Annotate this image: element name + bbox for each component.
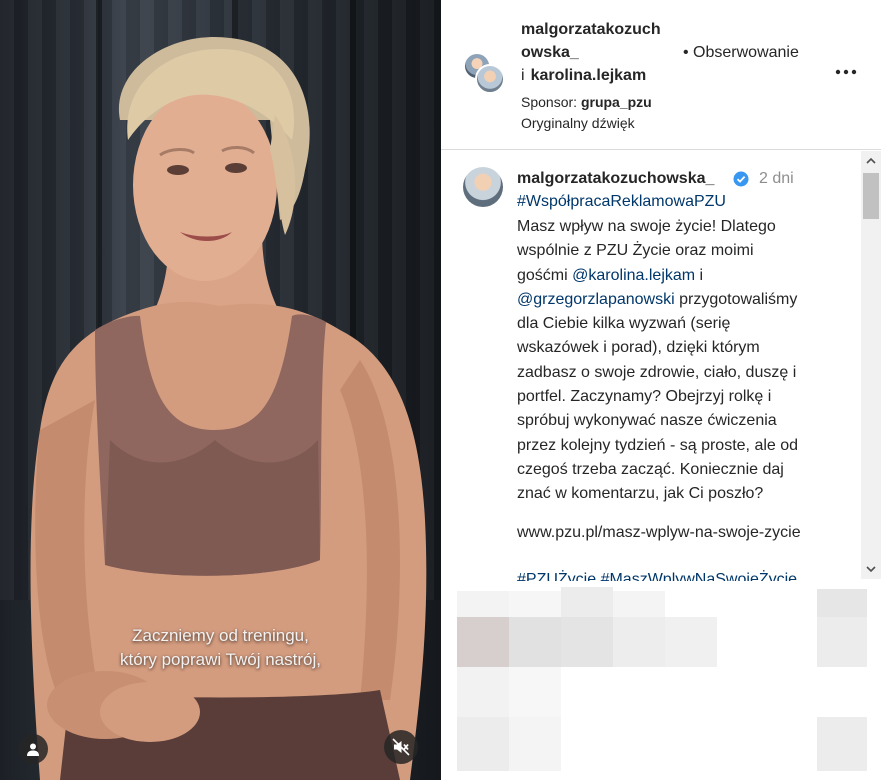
- and-word: i: [521, 67, 525, 84]
- pixel-block: [457, 717, 509, 771]
- external-link[interactable]: www.pzu.pl/masz-wplyw-na-swoje-zycie: [517, 524, 801, 542]
- caption-line: spróbuj wykonywać nasze ćwiczenia: [517, 412, 777, 430]
- more-options-button[interactable]: [834, 60, 858, 80]
- person-icon: [27, 743, 39, 756]
- caption-line: przez kolejny tydzień - są proste, ale o…: [517, 436, 799, 454]
- caption-line: wspólnie z PZU Życie oraz moimi: [517, 242, 754, 260]
- caption-username[interactable]: malgorzatakozuchowska_: [517, 170, 714, 188]
- scroll-up-button[interactable]: [861, 151, 881, 171]
- chevron-up-icon: [866, 157, 876, 164]
- audio-label[interactable]: Oryginalny dźwięk: [521, 115, 635, 131]
- verified-badge-icon: [733, 171, 749, 187]
- collab-avatars[interactable]: [463, 52, 507, 96]
- pixel-block: [457, 617, 509, 667]
- pixel-block: [509, 617, 561, 667]
- comments-pixelated: [441, 583, 881, 780]
- avatar[interactable]: [463, 167, 503, 207]
- caption-line: @grzegorzlapanowski przygotowaliśmy: [517, 288, 847, 312]
- caption-text-fragment: i: [699, 266, 704, 284]
- sponsor-line: Sponsor: grupa_pzu: [521, 94, 652, 110]
- pixel-block: [457, 591, 509, 617]
- pixel-block: [561, 617, 613, 667]
- post-timestamp[interactable]: 2 dni: [759, 170, 794, 188]
- caption-line: portfel. Zaczynamy? Obejrzyj rolkę i: [517, 388, 772, 406]
- pixel-block: [509, 717, 561, 771]
- sponsor-label: Sponsor:: [521, 94, 578, 110]
- coauthor-line: i karolina.lejkam: [521, 67, 646, 85]
- subtitle-line: który poprawi Twój nastrój,: [120, 650, 321, 669]
- caption-line: Masz wpływ na swoje życie! Dlatego: [517, 218, 776, 235]
- more-horizontal-icon: [835, 69, 857, 75]
- caption-line: czegoś trzeba zacząć. Koniecznie daj: [517, 460, 784, 478]
- caption-scrollbar[interactable]: [861, 151, 881, 579]
- scrollbar-thumb[interactable]: [863, 173, 879, 219]
- caption-line: wskazówek i porad), dzięki którym: [517, 339, 760, 357]
- post-header: malgorzatakozuch owska_ i karolina.lejkam…: [441, 0, 881, 150]
- pixel-block: [509, 591, 561, 617]
- pixel-block: [509, 667, 561, 717]
- sponsor-name[interactable]: grupa_pzu: [581, 94, 652, 110]
- caption-text: Masz wpływ na swoje życie! Dlatego wspól…: [517, 215, 847, 507]
- caption-text-fragment: przygotowaliśmy: [679, 290, 798, 308]
- caption-line: znać w komentarzu, jak Ci poszło?: [517, 485, 764, 503]
- post-panel: malgorzatakozuch owska_ i karolina.lejkam…: [441, 0, 881, 780]
- caption-section: malgorzatakozuchowska_ 2 dni #Współpraca…: [441, 151, 861, 581]
- caption-line: dla Ciebie kilka wyzwań (serię: [517, 315, 731, 333]
- speaker-muted-icon: [392, 738, 410, 756]
- author-username[interactable]: malgorzatakozuch: [521, 21, 661, 39]
- hashtag-list[interactable]: #PZUŻycie #MaszWplywNaSwojeŻycie: [517, 571, 797, 581]
- caption-line: gośćmi @karolina.lejkam i: [517, 264, 847, 288]
- pixel-block: [457, 667, 509, 717]
- mention-link[interactable]: @grzegorzlapanowski: [517, 291, 675, 308]
- pixel-block: [613, 591, 665, 617]
- author-username-wrap[interactable]: owska_: [521, 44, 579, 62]
- caption-text-fragment: gośćmi: [517, 266, 568, 284]
- hashtag-link[interactable]: #WspółpracaReklamowaPZU: [517, 193, 726, 211]
- following-button[interactable]: • Obserwowanie: [683, 44, 799, 62]
- mute-toggle-button[interactable]: [384, 730, 418, 764]
- mention-link[interactable]: @karolina.lejkam: [572, 267, 695, 284]
- pixel-block: [613, 617, 665, 667]
- pixel-block: [817, 589, 867, 617]
- avatar: [475, 64, 505, 94]
- caption-line: zadbasz o swoje zdrowie, ciało, duszę i: [517, 363, 797, 381]
- chevron-down-icon: [866, 566, 876, 573]
- reel-video[interactable]: Zaczniemy od treningu, który poprawi Twó…: [0, 0, 441, 780]
- subtitle-line: Zaczniemy od treningu,: [132, 626, 309, 645]
- pixel-block: [561, 587, 613, 617]
- scroll-down-button[interactable]: [861, 559, 881, 579]
- pixel-block: [817, 617, 867, 667]
- pixel-block: [665, 617, 717, 667]
- coauthor-username[interactable]: karolina.lejkam: [531, 67, 647, 84]
- pixel-block: [817, 717, 867, 771]
- tagged-people-button[interactable]: [18, 734, 48, 764]
